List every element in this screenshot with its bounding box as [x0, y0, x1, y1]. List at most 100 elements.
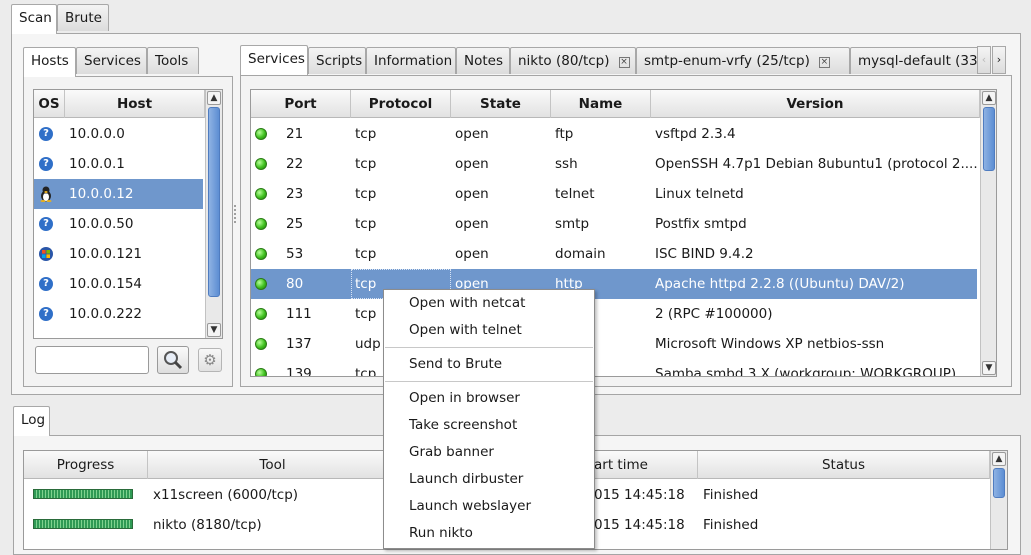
- service-row[interactable]: 22 tcp open ssh OpenSSH 4.7p1 Debian 8ubuntu…: [251, 149, 977, 179]
- host-address: 10.0.0.121: [69, 246, 142, 262]
- column-header-start-time[interactable]: art time: [584, 451, 698, 479]
- tab-information[interactable]: Information: [366, 47, 456, 74]
- hosts-scrollbar[interactable]: ▲ ▼: [205, 90, 222, 338]
- tabs-scroll-right-button[interactable]: ›: [992, 46, 1006, 74]
- column-header-port[interactable]: Port: [251, 90, 351, 118]
- settings-button[interactable]: ⚙: [198, 348, 222, 372]
- host-row[interactable]: ? 10.0.0.154: [34, 269, 203, 299]
- menu-item-take-screenshot[interactable]: Take screenshot: [384, 412, 594, 439]
- tab-smtp-enum-vrfy-25-tcp[interactable]: smtp-enum-vrfy (25/tcp) ×: [636, 47, 850, 74]
- service-version: 2 (RPC #100000): [655, 306, 773, 322]
- service-state: open: [455, 246, 489, 262]
- services-scroll-thumb[interactable]: [983, 107, 995, 171]
- tab-services[interactable]: Services: [240, 45, 308, 75]
- unknown-os-icon: ?: [39, 157, 53, 171]
- tabs-scroll-left-button[interactable]: ‹: [977, 46, 991, 74]
- host-address: 10.0.0.222: [69, 306, 142, 322]
- service-row[interactable]: 137udps-nsMicrosoft Windows XP netbios-s…: [251, 329, 977, 359]
- service-port: 53: [286, 246, 304, 262]
- tab-label: Services: [248, 51, 305, 67]
- tab-label: smtp-enum-vrfy (25/tcp): [644, 53, 810, 69]
- tab-label: Information: [374, 53, 453, 69]
- service-version: ISC BIND 9.4.2: [655, 246, 754, 262]
- menu-item-open-with-netcat[interactable]: Open with netcat: [384, 290, 594, 317]
- search-button[interactable]: [157, 346, 189, 374]
- tab-notes[interactable]: Notes: [456, 47, 510, 74]
- service-name: ssh: [555, 156, 578, 172]
- port-open-status-icon: [255, 278, 267, 290]
- close-icon[interactable]: ×: [818, 57, 830, 68]
- service-port: 22: [286, 156, 304, 172]
- column-header-tool[interactable]: Tool: [148, 451, 398, 479]
- log-scroll-thumb[interactable]: [993, 468, 1005, 498]
- port-open-status-icon: [255, 158, 267, 170]
- service-row[interactable]: 23 tcp open telnet Linux telnetd: [251, 179, 977, 209]
- column-header-progress[interactable]: Progress: [24, 451, 148, 479]
- log-tool: x11screen (6000/tcp): [153, 487, 299, 503]
- column-header-protocol[interactable]: Protocol: [351, 90, 451, 118]
- tab-tools[interactable]: Tools: [147, 47, 199, 74]
- tab-log[interactable]: Log: [13, 406, 50, 436]
- column-header-status[interactable]: Status: [698, 451, 990, 479]
- menu-item-run-nikto[interactable]: Run nikto: [384, 520, 594, 547]
- unknown-os-icon: ?: [39, 127, 53, 141]
- host-address: 10.0.0.50: [69, 216, 134, 232]
- column-header-version[interactable]: Version: [651, 90, 980, 118]
- scroll-up-icon[interactable]: ▲: [207, 91, 221, 105]
- column-header-name[interactable]: Name: [551, 90, 651, 118]
- service-row[interactable]: 139tcps-ssnSamba smbd 3.X (workgroup: WO…: [251, 359, 977, 377]
- unknown-os-icon: ?: [39, 307, 53, 321]
- menu-item-grab-banner[interactable]: Grab banner: [384, 439, 594, 466]
- tab-label: Notes: [464, 53, 503, 69]
- service-row[interactable]: 111tcpd 2 (RPC #100000): [251, 299, 977, 329]
- service-row[interactable]: 21 tcp open ftp vsftpd 2.3.4: [251, 119, 977, 149]
- host-address: 10.0.0.0: [69, 126, 125, 142]
- menu-item-open-in-browser[interactable]: Open in browser: [384, 385, 594, 412]
- tab-services-left[interactable]: Services: [76, 47, 147, 74]
- service-name: telnet: [555, 186, 595, 202]
- service-version: Apache httpd 2.2.8 ((Ubuntu) DAV/2): [655, 276, 905, 292]
- tab-brute[interactable]: Brute: [57, 4, 109, 31]
- services-scrollbar[interactable]: ▲ ▼: [980, 90, 996, 376]
- host-row[interactable]: ? 10.0.0.1: [34, 149, 203, 179]
- service-row[interactable]: 25 tcp open smtp Postfix smtpd: [251, 209, 977, 239]
- host-search-input[interactable]: [35, 346, 149, 374]
- menu-item-launch-dirbuster[interactable]: Launch dirbuster: [384, 466, 594, 493]
- column-header-host[interactable]: Host: [65, 90, 205, 118]
- log-status: Finished: [703, 487, 759, 503]
- hosts-scroll-thumb[interactable]: [208, 107, 220, 297]
- tab-label: Scripts: [316, 53, 363, 69]
- column-header-os[interactable]: OS: [34, 90, 65, 118]
- service-protocol: tcp: [355, 186, 377, 202]
- close-icon[interactable]: ×: [618, 57, 630, 68]
- service-version: Linux telnetd: [655, 186, 744, 202]
- menu-item-open-with-telnet[interactable]: Open with telnet: [384, 317, 594, 344]
- tab-scan[interactable]: Scan: [11, 4, 57, 34]
- host-row[interactable]: ? 10.0.0.50: [34, 209, 203, 239]
- host-row[interactable]: ? 10.0.0.222: [34, 299, 203, 329]
- service-row[interactable]: 53 tcp open domain ISC BIND 9.4.2: [251, 239, 977, 269]
- service-protocol: tcp: [355, 156, 377, 172]
- menu-item-launch-webslayer[interactable]: Launch webslayer: [384, 493, 594, 520]
- tab-hosts[interactable]: Hosts: [23, 47, 76, 77]
- scroll-up-icon[interactable]: ▲: [992, 452, 1006, 466]
- hosts-table: OS Host ? 10.0.0.0? 10.0.0.1 10.0.0.12? 10.0…: [33, 89, 223, 339]
- progress-bar: [33, 519, 133, 529]
- menu-item-send-to-brute[interactable]: Send to Brute: [384, 351, 594, 378]
- log-scrollbar[interactable]: ▲: [990, 451, 1007, 549]
- host-row[interactable]: 10.0.0.121: [34, 239, 203, 269]
- host-row[interactable]: ? 10.0.0.0: [34, 119, 203, 149]
- progress-bar: [33, 489, 133, 499]
- tab-mysql-default-330[interactable]: mysql-default (330: [850, 47, 986, 74]
- scroll-down-icon[interactable]: ▼: [207, 323, 221, 337]
- services-header: Port Protocol State Name Version: [251, 90, 996, 118]
- splitter-handle[interactable]: [234, 205, 237, 223]
- service-protocol: tcp: [355, 246, 377, 262]
- tab-scripts[interactable]: Scripts: [308, 47, 366, 74]
- tab-nikto-80-tcp[interactable]: nikto (80/tcp) ×: [510, 47, 636, 74]
- scroll-up-icon[interactable]: ▲: [982, 91, 996, 105]
- service-version: Samba smbd 3.X (workgroup: WORKGROUP): [655, 366, 957, 377]
- column-header-state[interactable]: State: [451, 90, 551, 118]
- host-row[interactable]: 10.0.0.12: [34, 179, 203, 209]
- scroll-down-icon[interactable]: ▼: [982, 361, 996, 375]
